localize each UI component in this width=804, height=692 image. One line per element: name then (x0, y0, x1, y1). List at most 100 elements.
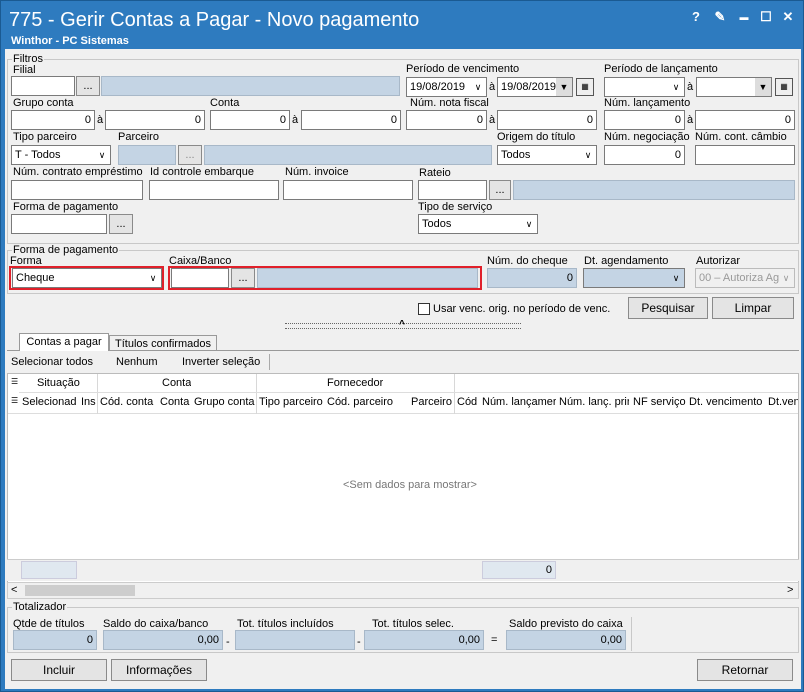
totalizador-title: Totalizador (12, 601, 68, 613)
nota-ate-input[interactable]: 0 (497, 110, 597, 130)
cambio-input[interactable] (695, 145, 795, 165)
filial-input[interactable] (11, 76, 75, 96)
chevron-down-icon[interactable]: ∨ (94, 146, 110, 164)
saldo-caixa-label: Saldo do caixa/banco (103, 618, 209, 630)
caixa-input[interactable] (171, 268, 229, 288)
periodo-venc-label: Período de vencimento (406, 63, 520, 75)
lanc-num-de-input[interactable]: 0 (604, 110, 685, 130)
nota-de-input[interactable]: 0 (406, 110, 487, 130)
scroll-left-icon[interactable]: < (11, 584, 17, 596)
col-cod[interactable]: Cód (457, 396, 479, 408)
rateio-search-button[interactable]: ... (489, 180, 511, 200)
chevron-down-icon[interactable]: ∨ (521, 215, 537, 233)
grid-header (8, 374, 798, 414)
chevron-down-icon[interactable]: ∨ (470, 78, 486, 96)
col-grupo-conta[interactable]: Grupo conta (194, 396, 256, 408)
rateio-input[interactable] (418, 180, 487, 200)
col-ins[interactable]: Ins (81, 396, 97, 408)
grupo-ate-input[interactable]: 0 (105, 110, 205, 130)
origem-value: Todos (501, 149, 531, 161)
embarque-input[interactable] (149, 180, 279, 200)
inverter-selecao-button[interactable]: Inverter seleção (182, 356, 260, 368)
calendar-icon[interactable]: ▦ (775, 78, 793, 96)
col-dt-ven[interactable]: Dt.ven (768, 396, 798, 408)
autorizar-select[interactable]: 00 – Autoriza Ag ∨ (695, 268, 795, 288)
maximize-icon[interactable]: ☐ (757, 9, 775, 25)
chevron-down-icon[interactable]: ∨ (668, 269, 684, 287)
caixa-search-button[interactable]: ... (231, 268, 255, 288)
forma-select[interactable]: Cheque ∨ (12, 268, 162, 288)
edit-icon[interactable]: ✎ (711, 9, 729, 25)
invoice-input[interactable] (283, 180, 413, 200)
chevron-down-icon[interactable]: ∨ (668, 78, 684, 96)
grupo-de-input[interactable]: 0 (11, 110, 95, 130)
tab-titulos-confirmados[interactable]: Títulos confirmados (109, 335, 217, 351)
tab-contas-a-pagar[interactable]: Contas a pagar (19, 333, 109, 351)
col-conta[interactable]: Conta (160, 396, 192, 408)
contrato-input[interactable] (11, 180, 143, 200)
chevron-down-icon[interactable]: ∨ (145, 269, 161, 287)
col-nf-servico[interactable]: NF serviço (633, 396, 687, 408)
nenhum-button[interactable]: Nenhum (116, 356, 158, 368)
a-label: à (687, 81, 694, 93)
retornar-button[interactable]: Retornar (697, 659, 793, 681)
limpar-button[interactable]: Limpar (712, 297, 794, 319)
pesquisar-button[interactable]: Pesquisar (628, 297, 708, 319)
filial-search-button[interactable]: ... (76, 76, 100, 96)
num-contrato-label: Núm. contrato empréstimo (13, 166, 143, 178)
col-tipo-parceiro[interactable]: Tipo parceiro (259, 396, 325, 408)
col-cod-parceiro[interactable]: Cód. parceiro (327, 396, 409, 408)
col-num-lancamento[interactable]: Núm. lançamer (482, 396, 556, 408)
rateio-label: Rateio (419, 167, 451, 179)
minus-sign: - (357, 636, 361, 648)
close-icon[interactable]: ✕ (779, 9, 797, 25)
chevron-down-icon[interactable]: ▼ (556, 78, 572, 96)
conta-de-input[interactable]: 0 (210, 110, 290, 130)
col-cod-conta[interactable]: Cód. conta (100, 396, 156, 408)
conta-ate-input[interactable]: 0 (301, 110, 401, 130)
usar-venc-checkbox[interactable] (418, 303, 430, 315)
scroll-thumb[interactable] (25, 585, 135, 596)
a-label: à (292, 114, 299, 126)
periodo-lanc-label: Período de lançamento (604, 63, 718, 75)
lanc-de-input[interactable]: ∨ (604, 77, 685, 97)
venc-de-input[interactable]: 19/08/2019 ∨ (406, 77, 487, 97)
tipo-parceiro-select[interactable]: T - Todos ∨ (11, 145, 111, 165)
lanc-ate-input[interactable]: ▼ (696, 77, 772, 97)
cheque-input[interactable]: 0 (487, 268, 577, 288)
column-chooser-icon[interactable]: ☰ (11, 377, 18, 386)
autorizar-value: 00 – Autoriza Ag (699, 272, 780, 284)
forma-pag-search-button[interactable]: ... (109, 214, 133, 234)
informacoes-button[interactable]: Informações (111, 659, 207, 681)
scroll-right-icon[interactable]: > (787, 584, 793, 596)
forma-pag-filtro-label: Forma de pagamento (13, 201, 119, 213)
parceiro-search-button[interactable]: ... (178, 145, 202, 165)
window-title: 775 - Gerir Contas a Pagar - Novo pagame… (9, 9, 420, 31)
col-dt-vencimento[interactable]: Dt. vencimento (689, 396, 765, 408)
lanc-num-ate-input[interactable]: 0 (695, 110, 795, 130)
chevron-down-icon[interactable]: ∨ (778, 269, 794, 287)
forma-pag-filtro-input[interactable] (11, 214, 107, 234)
calendar-icon[interactable]: ▦ (576, 78, 594, 96)
num-cheque-label: Núm. do cheque (487, 255, 568, 267)
incluir-button[interactable]: Incluir (11, 659, 107, 681)
grid-footer (7, 559, 799, 581)
chevron-down-icon[interactable]: ▼ (755, 78, 771, 96)
chevron-up-icon[interactable]: ^ (399, 319, 405, 330)
column-chooser-icon[interactable]: ☰ (11, 396, 18, 405)
negoc-input[interactable]: 0 (604, 145, 685, 165)
col-parceiro[interactable]: Parceiro (411, 396, 454, 408)
chevron-down-icon[interactable]: ∨ (580, 146, 596, 164)
col-num-lanc-prin[interactable]: Núm. lanç. prir (559, 396, 629, 408)
help-icon[interactable]: ? (687, 9, 705, 25)
col-selecionado[interactable]: Selecionad (22, 396, 78, 408)
band-conta: Conta (162, 377, 192, 389)
selecionar-todos-button[interactable]: Selecionar todos (11, 356, 93, 368)
venc-ate-input[interactable]: 19/08/2019 ▼ (497, 77, 573, 97)
minimize-icon[interactable]: ▬ (735, 9, 753, 25)
tot-incl-value (235, 630, 355, 650)
dt-agend-select[interactable]: ∨ (583, 268, 685, 288)
parceiro-desc (204, 145, 492, 165)
origem-select[interactable]: Todos ∨ (497, 145, 597, 165)
tipo-servico-select[interactable]: Todos ∨ (418, 214, 538, 234)
